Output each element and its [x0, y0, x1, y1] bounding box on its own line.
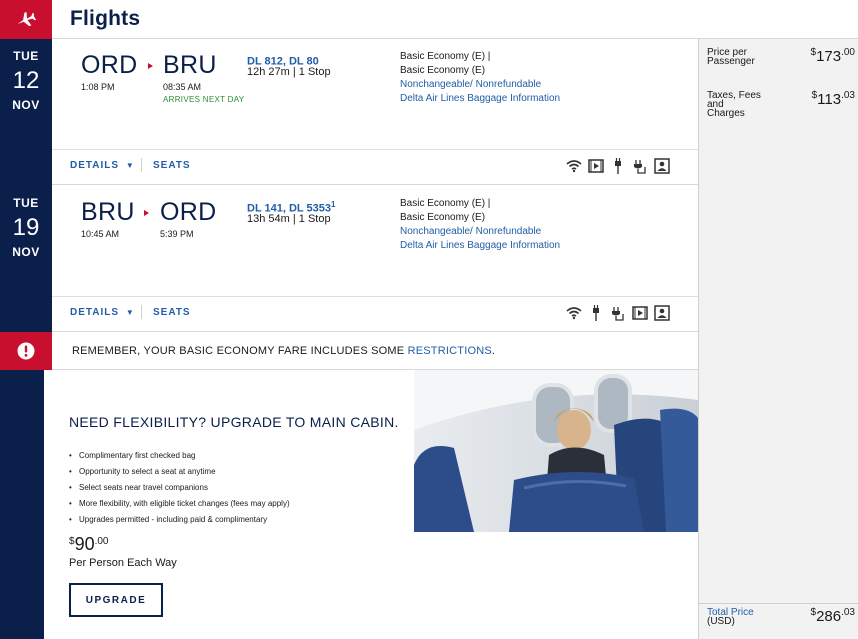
basic-economy-alert: REMEMBER, YOUR BASIC ECONOMY FARE INCLUD… [0, 332, 698, 370]
date-weekday: TUE [13, 49, 39, 63]
date-day: 12 [12, 67, 40, 94]
seatback-screen-icon [654, 158, 670, 174]
price-per-passenger-row: Price per Passenger $173.00 [707, 47, 856, 67]
nonrefundable-link[interactable]: Nonchangeable/ Nonrefundable [400, 78, 560, 92]
origin-code: ORD [81, 51, 138, 79]
seatback-screen-icon [654, 305, 670, 321]
arrives-next-day: ARRIVES NEXT DAY [163, 95, 245, 104]
date-month: NOV [12, 245, 40, 259]
amenities-list [566, 158, 670, 174]
baggage-info-link[interactable]: Delta Air Lines Baggage Information [400, 239, 560, 253]
flight-duration: 13h 54m | 1 Stop [247, 213, 331, 225]
upsell-side-stripe [0, 370, 44, 639]
power-icon [588, 305, 604, 321]
power-icon [610, 158, 626, 174]
total-price-value: $286.03 [810, 607, 856, 625]
exclamation-icon [17, 342, 35, 360]
tab-divider [141, 305, 142, 319]
departure-time: 1:08 PM [81, 82, 115, 92]
seats-tab[interactable]: SEATS [153, 160, 191, 171]
chevron-down-icon: ▼ [125, 308, 135, 317]
date-month: NOV [12, 98, 40, 112]
cabin-photo [414, 370, 698, 532]
total-price-row: Total Price (USD) $286.03 [699, 603, 858, 639]
destination-code: ORD [160, 198, 217, 226]
list-item: Upgrades permitted - including paid & co… [69, 512, 290, 528]
origin-code: BRU [81, 198, 135, 226]
arrival-time: 08:35 AM [163, 82, 202, 92]
details-tab[interactable]: DETAILS ▼ [70, 160, 135, 171]
taxes-fees-label: Taxes, Fees and Charges [707, 90, 761, 119]
plane-icon [17, 11, 37, 26]
alert-message: REMEMBER, YOUR BASIC ECONOMY FARE INCLUD… [72, 345, 496, 357]
video-icon [588, 158, 604, 174]
page-title: Flights [70, 7, 141, 30]
upgrade-button[interactable]: UPGRADE [69, 583, 163, 617]
fare-class-line1: Basic Economy (E) | [400, 198, 491, 209]
fare-class-line1: Basic Economy (E) | [400, 51, 491, 62]
nonrefundable-link[interactable]: Nonchangeable/ Nonrefundable [400, 225, 560, 239]
price-per-passenger-label: Price per Passenger [707, 47, 755, 67]
taxes-fees-row: Taxes, Fees and Charges $113.03 [707, 90, 855, 119]
video-icon [632, 305, 648, 321]
flight-card-return: BRU 10:45 AM ORD 5:39 PM DL 141, DL 5353… [52, 186, 698, 332]
list-item: Complimentary first checked bag [69, 448, 290, 464]
taxes-fees-value: $113.03 [811, 90, 855, 108]
chevron-down-icon: ▼ [125, 161, 135, 170]
route-arrow-icon [144, 210, 149, 216]
upsell-title: NEED FLEXIBILITY? UPGRADE TO MAIN CABIN. [69, 414, 399, 430]
tab-divider [141, 158, 142, 172]
arrival-time: 5:39 PM [160, 229, 194, 239]
departure-time: 10:45 AM [81, 229, 120, 239]
plug-icon [610, 305, 626, 321]
fare-info: Basic Economy (E) | Basic Economy (E) No… [400, 197, 560, 253]
fare-class-line2: Basic Economy (E) [400, 212, 486, 223]
price-summary: Price per Passenger $173.00 Taxes, Fees … [698, 39, 858, 639]
page-header: Flights [0, 0, 858, 39]
details-tab[interactable]: DETAILS ▼ [70, 307, 135, 318]
wifi-icon [566, 158, 582, 174]
fare-info: Basic Economy (E) | Basic Economy (E) No… [400, 50, 560, 106]
upsell-price: $90.00 [69, 534, 109, 554]
fare-class-line2: Basic Economy (E) [400, 65, 486, 76]
baggage-info-link[interactable]: Delta Air Lines Baggage Information [400, 92, 560, 106]
upsell-price-note: Per Person Each Way [69, 557, 177, 569]
date-column-return: TUE 19 NOV [0, 186, 52, 332]
flight-card-outbound: ORD 1:08 PM BRU 08:35 AM ARRIVES NEXT DA… [52, 39, 698, 185]
main-cabin-upsell: NEED FLEXIBILITY? UPGRADE TO MAIN CABIN.… [44, 370, 698, 639]
list-item: More flexibility, with eligible ticket c… [69, 496, 290, 512]
restrictions-link[interactable]: RESTRICTIONS [408, 345, 492, 357]
list-item: Opportunity to select a seat at anytime [69, 464, 290, 480]
seats-tab[interactable]: SEATS [153, 307, 191, 318]
price-per-passenger-value: $173.00 [810, 47, 856, 65]
destination-code: BRU [163, 51, 217, 79]
alert-badge [0, 332, 52, 370]
upsell-benefits: Complimentary first checked bag Opportun… [69, 448, 290, 528]
plane-logo [0, 0, 52, 39]
amenities-list [566, 305, 670, 321]
route-arrow-icon [148, 63, 153, 69]
flight-duration: 12h 27m | 1 Stop [247, 66, 331, 78]
wifi-icon [566, 305, 582, 321]
date-day: 19 [12, 214, 40, 241]
list-item: Select seats near travel companions [69, 480, 290, 496]
date-column-outbound: TUE 12 NOV [0, 39, 52, 186]
date-weekday: TUE [13, 196, 39, 210]
plug-icon [632, 158, 648, 174]
